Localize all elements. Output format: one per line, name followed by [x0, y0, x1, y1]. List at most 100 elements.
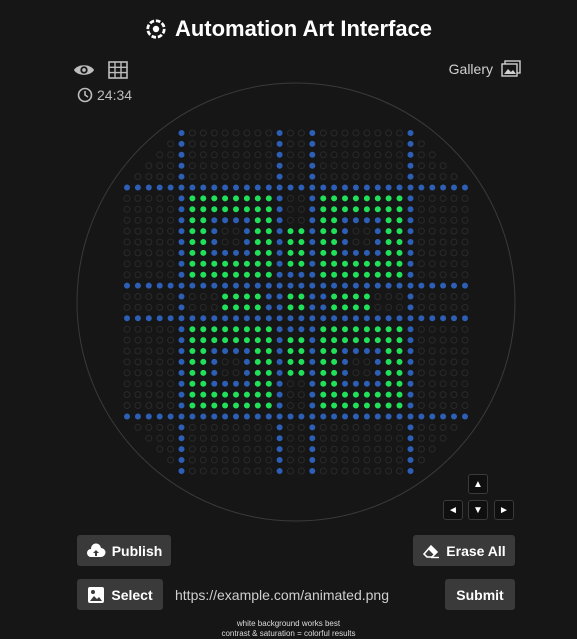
board-pixel[interactable] [156, 173, 164, 181]
board-pixel[interactable] [243, 467, 251, 475]
board-pixel[interactable] [188, 423, 196, 431]
board-pixel[interactable] [134, 227, 142, 235]
board-pixel[interactable] [320, 304, 327, 311]
board-pixel[interactable] [124, 282, 130, 289]
move-up-button[interactable]: ▲ [468, 474, 488, 494]
board-pixel[interactable] [342, 391, 348, 398]
board-pixel[interactable] [287, 129, 294, 137]
board-pixel[interactable] [319, 162, 327, 170]
board-pixel[interactable] [352, 369, 360, 377]
board-pixel[interactable] [233, 315, 239, 322]
board-pixel[interactable] [331, 293, 338, 300]
board-pixel[interactable] [222, 337, 229, 344]
board-pixel[interactable] [341, 434, 349, 442]
board-pixel[interactable] [341, 423, 349, 431]
board-pixel[interactable] [428, 205, 436, 213]
board-pixel[interactable] [309, 140, 316, 147]
board-pixel[interactable] [189, 380, 196, 387]
board-pixel[interactable] [178, 239, 185, 245]
board-pixel[interactable] [331, 206, 338, 213]
board-pixel[interactable] [167, 358, 175, 366]
board-pixel[interactable] [167, 445, 175, 453]
board-pixel[interactable] [320, 184, 327, 191]
board-pixel[interactable] [363, 195, 370, 202]
board-pixel[interactable] [222, 348, 229, 354]
board-pixel[interactable] [189, 249, 196, 256]
board-pixel[interactable] [298, 304, 305, 311]
board-pixel[interactable] [134, 315, 141, 322]
board-pixel[interactable] [439, 205, 447, 213]
board-pixel[interactable] [254, 348, 261, 354]
board-pixel[interactable] [287, 456, 294, 464]
board-pixel[interactable] [396, 445, 403, 453]
board-pixel[interactable] [287, 194, 294, 202]
board-pixel[interactable] [265, 249, 272, 256]
board-pixel[interactable] [450, 216, 458, 224]
board-pixel[interactable] [331, 217, 338, 224]
board-pixel[interactable] [363, 456, 371, 464]
board-pixel[interactable] [243, 151, 251, 159]
board-pixel[interactable] [167, 162, 175, 170]
board-pixel[interactable] [210, 162, 218, 170]
board-pixel[interactable] [178, 326, 185, 333]
board-pixel[interactable] [297, 216, 305, 224]
grid-icon[interactable] [107, 60, 129, 80]
board-pixel[interactable] [134, 413, 141, 420]
board-pixel[interactable] [287, 293, 294, 300]
board-pixel[interactable] [352, 195, 359, 202]
board-pixel[interactable] [331, 184, 338, 191]
board-pixel[interactable] [232, 173, 240, 181]
board-pixel[interactable] [352, 260, 359, 267]
board-pixel[interactable] [243, 184, 250, 191]
board-pixel[interactable] [418, 413, 425, 420]
board-pixel[interactable] [417, 205, 425, 213]
board-pixel[interactable] [287, 228, 294, 235]
board-pixel[interactable] [233, 380, 239, 387]
board-pixel[interactable] [200, 249, 207, 256]
board-pixel[interactable] [440, 184, 447, 191]
board-pixel[interactable] [352, 282, 359, 289]
board-pixel[interactable] [298, 249, 305, 256]
board-pixel[interactable] [200, 184, 207, 191]
board-pixel[interactable] [342, 337, 348, 344]
board-pixel[interactable] [363, 358, 371, 366]
board-pixel[interactable] [331, 260, 338, 267]
board-pixel[interactable] [331, 326, 338, 333]
board-pixel[interactable] [123, 358, 131, 366]
board-pixel[interactable] [221, 369, 229, 377]
board-pixel[interactable] [243, 206, 250, 213]
board-pixel[interactable] [265, 140, 273, 148]
board-pixel[interactable] [363, 402, 370, 409]
board-pixel[interactable] [298, 260, 305, 267]
board-pixel[interactable] [309, 358, 316, 365]
board-pixel[interactable] [407, 151, 414, 158]
board-pixel[interactable] [243, 326, 250, 333]
board-pixel[interactable] [374, 326, 381, 333]
board-pixel[interactable] [145, 325, 153, 333]
board-pixel[interactable] [232, 151, 240, 159]
board-pixel[interactable] [167, 282, 174, 289]
board-pixel[interactable] [276, 348, 283, 354]
board-pixel[interactable] [439, 173, 447, 181]
board-pixel[interactable] [276, 424, 283, 431]
board-pixel[interactable] [450, 347, 458, 355]
board-pixel[interactable] [331, 358, 338, 365]
board-pixel[interactable] [417, 173, 425, 181]
board-pixel[interactable] [276, 457, 283, 463]
board-pixel[interactable] [156, 347, 164, 355]
board-pixel[interactable] [417, 194, 425, 202]
board-pixel[interactable] [167, 184, 174, 191]
board-pixel[interactable] [199, 293, 207, 300]
board-pixel[interactable] [233, 391, 239, 398]
board-pixel[interactable] [233, 206, 239, 213]
board-pixel[interactable] [199, 456, 207, 464]
board-pixel[interactable] [287, 184, 294, 191]
board-pixel[interactable] [461, 380, 469, 388]
board-pixel[interactable] [352, 227, 360, 235]
board-pixel[interactable] [287, 282, 294, 289]
board-pixel[interactable] [233, 249, 239, 256]
board-pixel[interactable] [243, 445, 251, 453]
board-pixel[interactable] [145, 402, 153, 409]
board-pixel[interactable] [331, 369, 338, 376]
board-pixel[interactable] [145, 369, 153, 377]
